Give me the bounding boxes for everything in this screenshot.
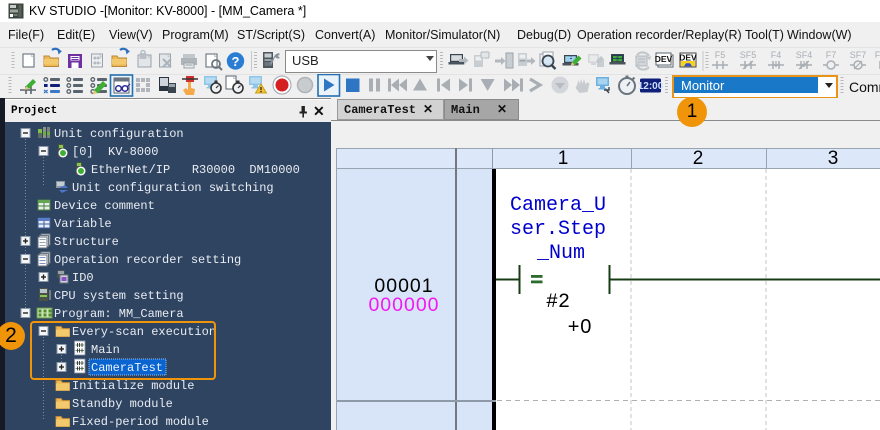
- svg-text:Program: MM_Camera: Program: MM_Camera: [54, 307, 184, 321]
- svg-text:DEV: DEV: [655, 54, 673, 64]
- svg-text:Variable: Variable: [54, 217, 112, 231]
- svg-text:Unit configuration: Unit configuration: [54, 127, 184, 141]
- svg-text:ID0: ID0: [72, 271, 94, 285]
- svg-text:F8: F8: [875, 50, 880, 60]
- svg-text:Operation recorder setting: Operation recorder setting: [54, 253, 241, 267]
- svg-text:SF5: SF5: [740, 50, 757, 60]
- svg-text:CPU system setting: CPU system setting: [54, 289, 184, 303]
- svg-text:F4: F4: [771, 50, 782, 60]
- svg-text:12:00: 12:00: [638, 81, 664, 92]
- svg-text:Structure: Structure: [54, 235, 119, 249]
- svg-text:Fixed-period module: Fixed-period module: [72, 415, 209, 429]
- svg-text:[0] KV-8000: [0] KV-8000: [72, 145, 158, 159]
- svg-text:SF4: SF4: [796, 50, 813, 60]
- svg-text:F7: F7: [826, 50, 837, 60]
- svg-text:SF7: SF7: [850, 50, 867, 60]
- svg-text:Device comment: Device comment: [54, 199, 155, 213]
- svg-text:Unit configuration switching: Unit configuration switching: [72, 181, 274, 195]
- svg-text:?: ?: [232, 54, 240, 69]
- svg-text:Initialize module: Initialize module: [72, 379, 194, 393]
- svg-text:F5: F5: [715, 50, 726, 60]
- svg-text:EtherNet/IP R30000 DM10000: EtherNet/IP R30000 DM10000: [91, 163, 300, 177]
- svg-text:Standby module: Standby module: [72, 397, 173, 411]
